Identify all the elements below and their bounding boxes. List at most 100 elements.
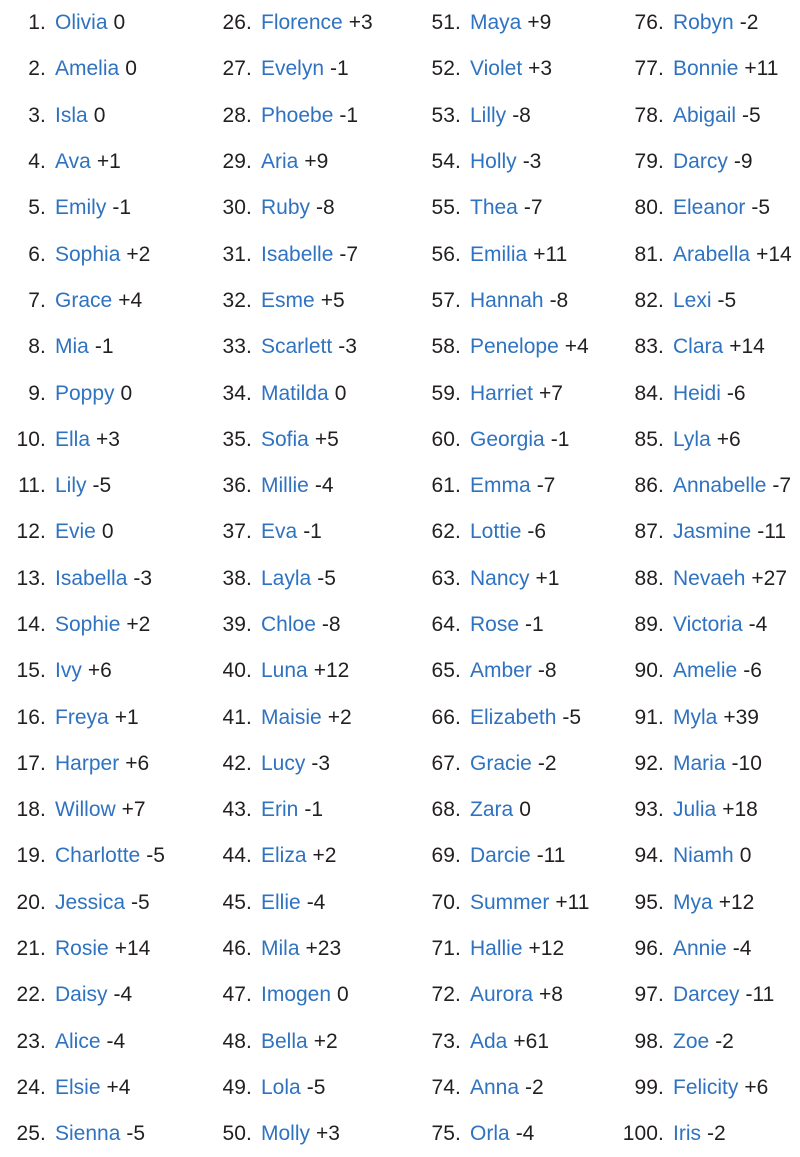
- rank-change-value: +9: [304, 150, 329, 174]
- name-label: Arabella: [673, 242, 751, 266]
- name-row: 92. Maria -10: [608, 741, 800, 787]
- rank-change-value: +7: [121, 798, 146, 822]
- name-label: Niamh: [673, 844, 734, 868]
- name-row: 56. Emilia +11: [417, 231, 598, 277]
- name-label: Lola: [261, 1075, 301, 1099]
- name-label: Sophie: [55, 613, 121, 636]
- rank-change-value: +8: [539, 983, 563, 1007]
- name-row: 95. Mya +12: [608, 880, 800, 926]
- rank-change-value: -1: [94, 335, 114, 359]
- rank-number: 71.: [431, 937, 461, 961]
- rank-number: 97.: [634, 983, 664, 1007]
- name-row: 40. Luna +12: [208, 648, 405, 694]
- rank-change-value: +2: [327, 705, 352, 729]
- rank-change-value: -5: [126, 1122, 146, 1146]
- rank-change-value: -2: [525, 1075, 544, 1099]
- name-label: Emily: [55, 196, 107, 220]
- name-label: Orla: [470, 1122, 510, 1146]
- name-label: Esme: [261, 288, 315, 312]
- name-label: Julia: [673, 798, 717, 822]
- name-row: 78. Abigail -5: [608, 93, 800, 139]
- name-row: 16. Freya +1: [4, 694, 200, 740]
- name-row: 27. Evelyn -1: [208, 46, 405, 92]
- name-label: Maisie: [261, 705, 322, 729]
- name-label: Hannah: [470, 288, 544, 312]
- rank-number: 91.: [634, 705, 664, 729]
- name-label: Aria: [261, 150, 299, 174]
- name-row: 15. Ivy +6: [4, 648, 200, 694]
- name-label: Amber: [470, 659, 532, 683]
- rank-number: 24.: [16, 1075, 46, 1099]
- name-label: Heidi: [673, 381, 721, 405]
- name-label: Lily: [55, 474, 87, 498]
- name-label: Chloe: [261, 613, 316, 636]
- rank-number: 72.: [431, 983, 461, 1007]
- name-column-1: 1. Olivia 0 2. Amelia 0 3. Isla 0 4. Ava +1 5. Emily -…: [0, 0, 200, 1157]
- rank-number: 53.: [431, 103, 461, 127]
- rank-number: 15.: [16, 659, 46, 683]
- rank-number: 17.: [16, 751, 46, 775]
- name-label: Annabelle: [673, 474, 767, 498]
- name-label: Imogen: [261, 983, 332, 1007]
- name-row: 84. Heidi -6: [608, 370, 800, 416]
- rank-change-value: -1: [330, 57, 349, 81]
- name-row: 45. Ellie -4: [208, 880, 405, 926]
- rank-number: 95.: [634, 890, 664, 914]
- name-label: Darcie: [470, 844, 531, 868]
- name-row: 75. Orla -4: [417, 1111, 598, 1157]
- rank-number: 27.: [222, 57, 252, 81]
- rank-number: 83.: [634, 335, 664, 359]
- name-row: 77. Bonnie +11: [608, 46, 800, 92]
- name-label: Maya: [470, 11, 522, 35]
- rank-change-value: +6: [716, 427, 741, 451]
- name-label: Eleanor: [673, 196, 746, 220]
- name-column-3: 51. Maya +9 52. Violet +3 53. Lilly -8 54. Holly -3…: [405, 0, 598, 1157]
- rank-change-value: +11: [555, 890, 590, 914]
- rank-change-value: -8: [321, 613, 341, 636]
- name-row: 72. Aurora +8: [417, 972, 598, 1018]
- name-row: 48. Bella +2: [208, 1019, 405, 1065]
- rank-change-value: -5: [742, 103, 761, 127]
- name-label: Millie: [261, 474, 309, 498]
- name-label: Evie: [55, 520, 96, 544]
- rank-change-value: -9: [733, 150, 753, 174]
- rank-number: 54.: [431, 150, 461, 174]
- name-row: 30. Ruby -8: [208, 185, 405, 231]
- name-label: Sophia: [55, 242, 121, 266]
- name-row: 81. Arabella +14: [608, 231, 800, 277]
- name-label: Abigail: [673, 103, 737, 127]
- name-row: 59. Harriet +7: [417, 370, 598, 416]
- rank-change-value: +12: [313, 659, 350, 683]
- rank-change-value: -3: [338, 335, 357, 359]
- rank-number: 7.: [28, 288, 46, 312]
- rank-change-value: +2: [126, 242, 151, 266]
- rank-change-value: +6: [744, 1075, 769, 1099]
- name-row: 43. Erin -1: [208, 787, 405, 833]
- name-row: 44. Eliza +2: [208, 833, 405, 879]
- rank-number: 14.: [16, 613, 46, 636]
- name-label: Ellie: [261, 890, 301, 914]
- rank-number: 79.: [634, 150, 664, 174]
- name-row: 25. Sienna -5: [4, 1111, 200, 1157]
- name-row: 2. Amelia 0: [4, 46, 200, 92]
- name-row: 82. Lexi -5: [608, 278, 800, 324]
- name-label: Clara: [673, 335, 724, 359]
- name-label: Lottie: [470, 520, 522, 544]
- rank-number: 16.: [16, 705, 46, 729]
- rank-number: 29.: [222, 150, 252, 174]
- name-label: Mia: [55, 335, 89, 359]
- name-row: 41. Maisie +2: [208, 694, 405, 740]
- name-row: 73. Ada +61: [417, 1019, 598, 1065]
- rank-number: 69.: [431, 844, 461, 868]
- rank-number: 61.: [431, 474, 461, 498]
- rank-number: 65.: [431, 659, 461, 683]
- ranked-name-list: 1. Olivia 0 2. Amelia 0 3. Isla 0 4. Ava +1 5. Emily -…: [0, 0, 800, 1156]
- name-row: 100. Iris -2: [608, 1111, 800, 1157]
- name-row: 54. Holly -3: [417, 139, 598, 185]
- name-row: 58. Penelope +4: [417, 324, 598, 370]
- name-label: Anna: [470, 1075, 520, 1099]
- name-label: Harriet: [470, 381, 534, 405]
- rank-change-value: +9: [527, 11, 552, 35]
- name-label: Rose: [470, 613, 520, 636]
- rank-number: 96.: [634, 937, 664, 961]
